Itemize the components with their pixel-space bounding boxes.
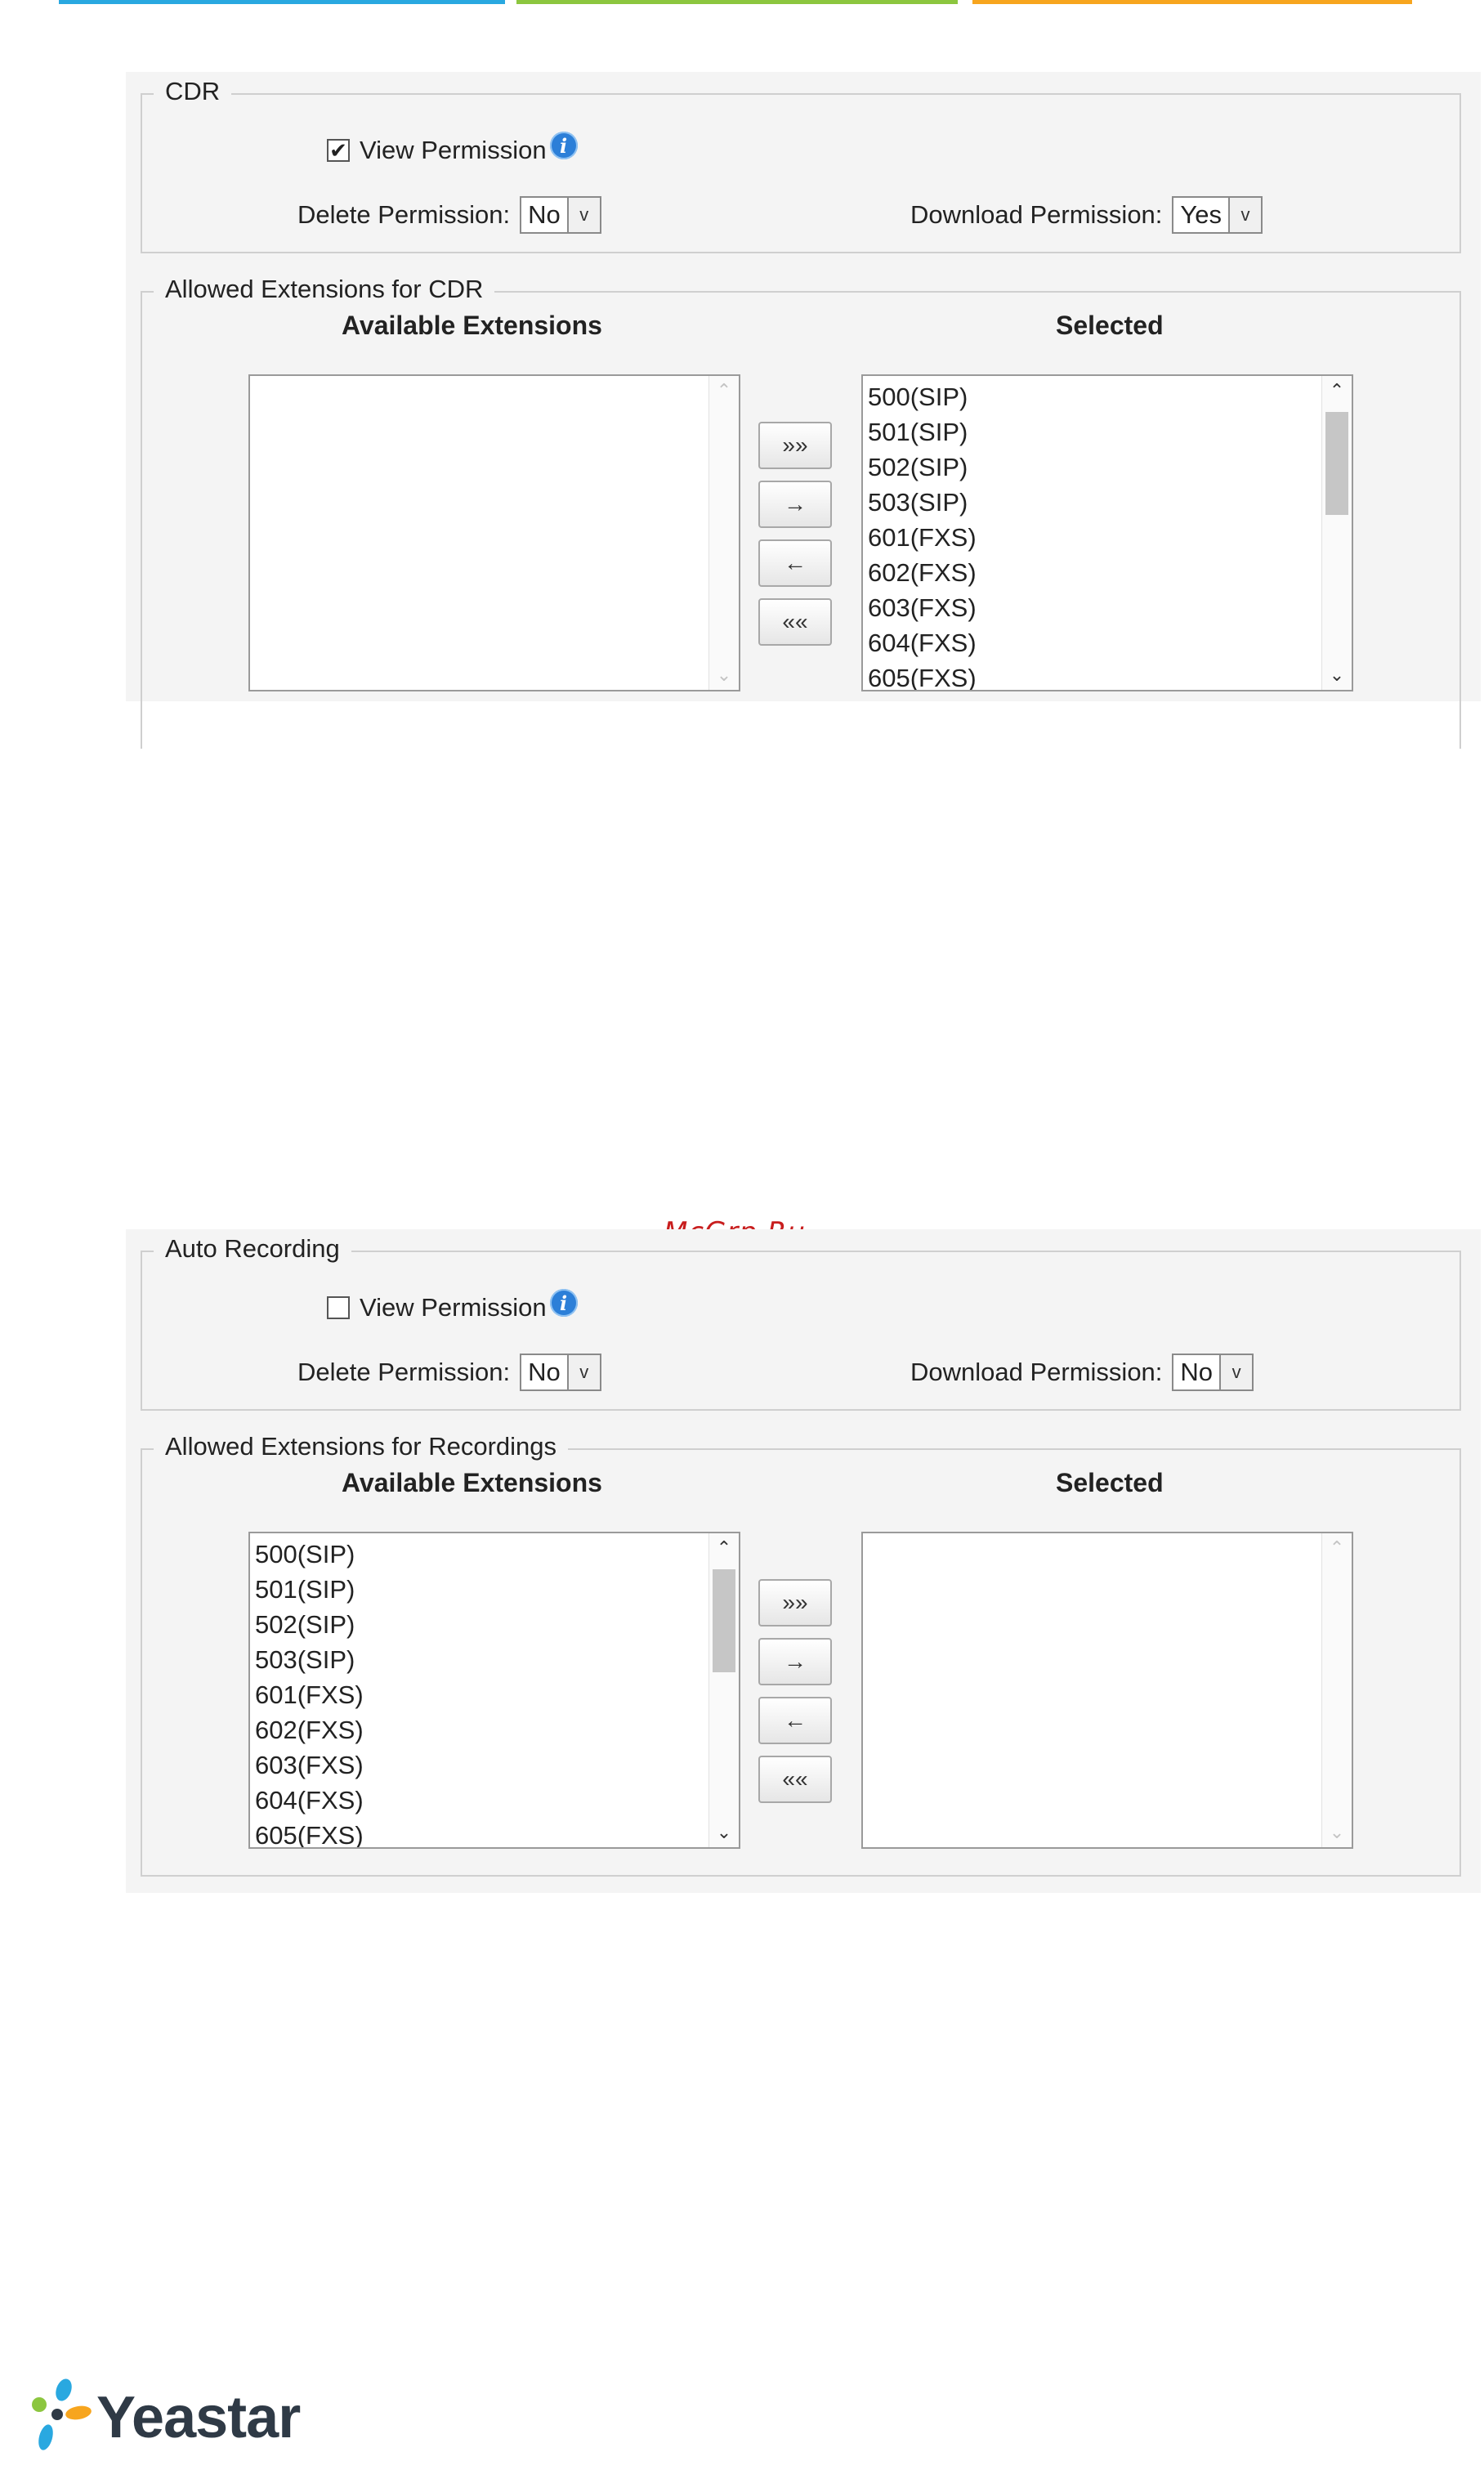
scroll-up-icon[interactable]: ⌃: [709, 376, 739, 405]
list-item[interactable]: 501(SIP): [255, 1572, 739, 1607]
rec-allowed-legend: Allowed Extensions for Recordings: [154, 1432, 569, 1461]
scroll-up-icon[interactable]: ⌃: [1322, 376, 1352, 405]
cdr-download-permission: Download Permission: Yes v: [910, 196, 1263, 234]
scroll-down-icon[interactable]: ⌄: [1322, 660, 1352, 690]
cdr-download-value: Yes: [1180, 200, 1222, 229]
cdr-delete-select[interactable]: No v: [520, 196, 601, 234]
scroll-up-icon[interactable]: ⌃: [1322, 1533, 1352, 1563]
list-item[interactable]: 503(SIP): [868, 485, 1352, 520]
list-item[interactable]: 604(FXS): [255, 1783, 739, 1818]
cdr-download-select[interactable]: Yes v: [1172, 196, 1263, 234]
list-item[interactable]: 502(SIP): [868, 450, 1352, 485]
auto-recording-legend: Auto Recording: [154, 1234, 351, 1264]
cdr-download-label: Download Permission:: [910, 200, 1163, 229]
cdr-available-header: Available Extensions: [342, 311, 602, 340]
list-item[interactable]: 604(FXS): [868, 625, 1352, 660]
rec-selected-list[interactable]: ⌃ ⌄: [861, 1532, 1353, 1849]
list-item[interactable]: 603(FXS): [868, 590, 1352, 625]
cdr-available-list[interactable]: ⌃ ⌄: [248, 374, 740, 691]
rec-available-list[interactable]: 500(SIP) 501(SIP) 502(SIP) 503(SIP) 601(FXS)…: [248, 1532, 740, 1849]
chevron-down-icon: v: [1228, 198, 1261, 232]
rec-view-permission-checkbox[interactable]: [327, 1296, 350, 1319]
rec-delete-select[interactable]: No v: [520, 1354, 601, 1391]
cdr-view-permission[interactable]: ✔ View Permission i: [327, 132, 578, 165]
chevron-down-icon: v: [1219, 1355, 1253, 1389]
remove-all-button[interactable]: ««: [758, 1756, 832, 1803]
remove-button[interactable]: ←: [758, 539, 832, 587]
scrollbar[interactable]: ⌃ ⌄: [708, 376, 739, 690]
list-item[interactable]: 501(SIP): [868, 414, 1352, 450]
list-item[interactable]: 502(SIP): [255, 1607, 739, 1642]
list-item[interactable]: 500(SIP): [255, 1537, 739, 1572]
cdr-delete-label: Delete Permission:: [297, 200, 511, 229]
rec-delete-label: Delete Permission:: [297, 1358, 511, 1386]
cdr-view-permission-checkbox[interactable]: ✔: [327, 139, 350, 162]
top-bar-orange: [972, 0, 1412, 4]
list-item[interactable]: 605(FXS): [868, 660, 1352, 690]
rec-available-header: Available Extensions: [342, 1468, 602, 1497]
cdr-delete-permission: Delete Permission: No v: [297, 196, 601, 234]
yeastar-logo: Yeastar: [15, 2377, 301, 2459]
cdr-selected-list[interactable]: 500(SIP) 501(SIP) 502(SIP) 503(SIP) 601(FXS)…: [861, 374, 1353, 691]
list-item[interactable]: 500(SIP): [868, 379, 1352, 414]
scrollbar[interactable]: ⌃ ⌄: [1321, 376, 1352, 690]
add-button[interactable]: →: [758, 1638, 832, 1685]
cdr-allowed-fieldset: Allowed Extensions for CDR Available Ext…: [141, 275, 1461, 749]
info-icon[interactable]: i: [549, 132, 578, 159]
yeastar-wordmark: Yeastar: [96, 2385, 301, 2450]
scroll-thumb[interactable]: [1325, 412, 1348, 515]
rec-view-permission[interactable]: View Permission i: [327, 1289, 578, 1322]
cdr-selected-header: Selected: [1056, 311, 1164, 340]
add-button[interactable]: →: [758, 481, 832, 528]
rec-download-select[interactable]: No v: [1172, 1354, 1254, 1391]
cdr-view-permission-label: View Permission: [360, 136, 547, 164]
add-all-button[interactable]: »»: [758, 422, 832, 469]
top-bar-green: [516, 0, 958, 4]
scroll-down-icon[interactable]: ⌄: [709, 660, 739, 690]
cdr-panel: CDR ✔ View Permission i Delete Permissio…: [126, 72, 1481, 749]
cdr-allowed-legend: Allowed Extensions for CDR: [154, 275, 495, 304]
yeastar-logo-icon: [32, 2378, 92, 2450]
rec-download-permission: Download Permission: No v: [910, 1354, 1254, 1391]
scroll-thumb[interactable]: [713, 1569, 735, 1672]
list-item[interactable]: 602(FXS): [255, 1712, 739, 1747]
list-item[interactable]: 602(FXS): [868, 555, 1352, 590]
top-bar-blue: [59, 0, 505, 4]
list-item[interactable]: 601(FXS): [255, 1677, 739, 1712]
rec-allowed-fieldset: Allowed Extensions for Recordings Availa…: [141, 1432, 1461, 1877]
list-item[interactable]: 605(FXS): [255, 1818, 739, 1847]
remove-button[interactable]: ←: [758, 1697, 832, 1744]
cdr-fieldset: CDR ✔ View Permission i Delete Permissio…: [141, 77, 1461, 253]
chevron-down-icon: v: [566, 1355, 600, 1389]
chevron-down-icon: v: [566, 198, 600, 232]
scroll-down-icon[interactable]: ⌄: [1322, 1818, 1352, 1847]
rec-download-value: No: [1180, 1358, 1214, 1386]
scroll-down-icon[interactable]: ⌄: [709, 1818, 739, 1847]
scroll-up-icon[interactable]: ⌃: [709, 1533, 739, 1563]
auto-recording-panel: Auto Recording View Permission i Delete …: [126, 1229, 1481, 1893]
rec-delete-value: No: [528, 1358, 561, 1386]
list-item[interactable]: 603(FXS): [255, 1747, 739, 1783]
add-all-button[interactable]: »»: [758, 1579, 832, 1627]
auto-recording-fieldset: Auto Recording View Permission i Delete …: [141, 1234, 1461, 1411]
scrollbar[interactable]: ⌃ ⌄: [1321, 1533, 1352, 1847]
remove-all-button[interactable]: ««: [758, 598, 832, 646]
list-item[interactable]: 503(SIP): [255, 1642, 739, 1677]
rec-delete-permission: Delete Permission: No v: [297, 1354, 601, 1391]
info-icon[interactable]: i: [549, 1289, 578, 1317]
rec-selected-header: Selected: [1056, 1468, 1164, 1497]
cdr-legend: CDR: [154, 77, 232, 106]
rec-download-label: Download Permission:: [910, 1358, 1163, 1386]
rec-view-permission-label: View Permission: [360, 1293, 547, 1322]
scrollbar[interactable]: ⌃ ⌄: [708, 1533, 739, 1847]
cdr-delete-value: No: [528, 200, 561, 229]
list-item[interactable]: 601(FXS): [868, 520, 1352, 555]
